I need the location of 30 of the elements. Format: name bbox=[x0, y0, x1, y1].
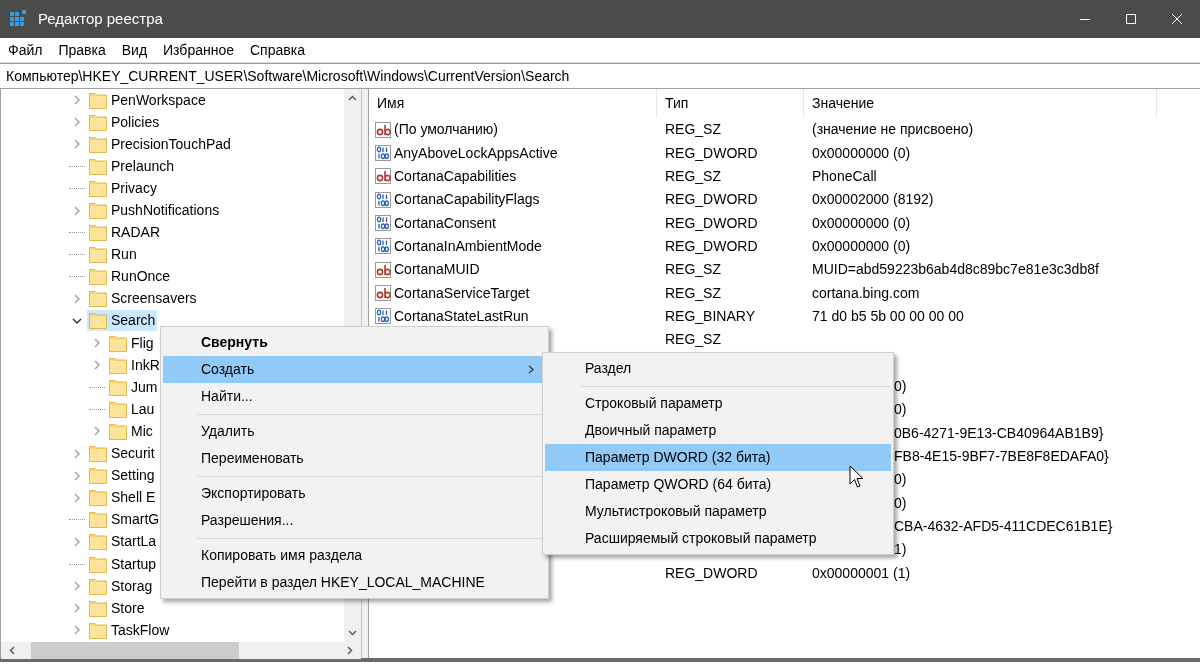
value-data: 0x00000000 (0) bbox=[812, 144, 911, 161]
value-data: 0) bbox=[894, 401, 907, 418]
value-type: REG_DWORD bbox=[665, 191, 758, 208]
value-data: (значение не присвоено) bbox=[812, 121, 974, 138]
value-data: PhoneCall bbox=[812, 167, 877, 184]
value-data: 0x00002000 (8192) bbox=[812, 191, 934, 208]
value-type: REG_SZ bbox=[665, 121, 721, 138]
value-type: REG_BINARY bbox=[665, 307, 755, 324]
value-type: REG_DWORD bbox=[665, 237, 758, 254]
value-type: REG_SZ bbox=[665, 261, 721, 278]
value-type: REG_SZ bbox=[665, 167, 721, 184]
value-data: 0x00000000 (0) bbox=[812, 237, 911, 254]
value-data: 71 d0 b5 5b 00 00 00 00 bbox=[812, 307, 964, 324]
window-title: Редактор реестра bbox=[38, 8, 163, 29]
value-type: REG_SZ bbox=[665, 331, 721, 348]
value-data: 1) bbox=[894, 541, 907, 558]
value-type: REG_DWORD bbox=[665, 564, 758, 581]
value-data: MUID=abd59223b6ab4d8c89bc7e81e3c3db8f bbox=[812, 261, 1099, 278]
value-data: 0B6-4271-9E13-CB40964AB1B9} bbox=[894, 424, 1104, 441]
value-data: CBA-4632-AFD5-411CDEC61B1E} bbox=[894, 518, 1113, 534]
value-data: 0) bbox=[894, 377, 907, 394]
value-type: REG_DWORD bbox=[665, 144, 758, 161]
value-type: REG_SZ bbox=[665, 284, 721, 301]
value-data: 0) bbox=[894, 471, 907, 488]
value-data: cortana.bing.com bbox=[812, 284, 920, 301]
value-data: 0) bbox=[894, 494, 907, 511]
value-data: 0x00000001 (1) bbox=[812, 564, 911, 581]
value-data: FB8-4E15-9BF7-7BE8F8EDAFA0} bbox=[894, 448, 1109, 464]
value-data: 0x00000000 (0) bbox=[812, 214, 911, 231]
value-type: REG_DWORD bbox=[665, 214, 758, 231]
